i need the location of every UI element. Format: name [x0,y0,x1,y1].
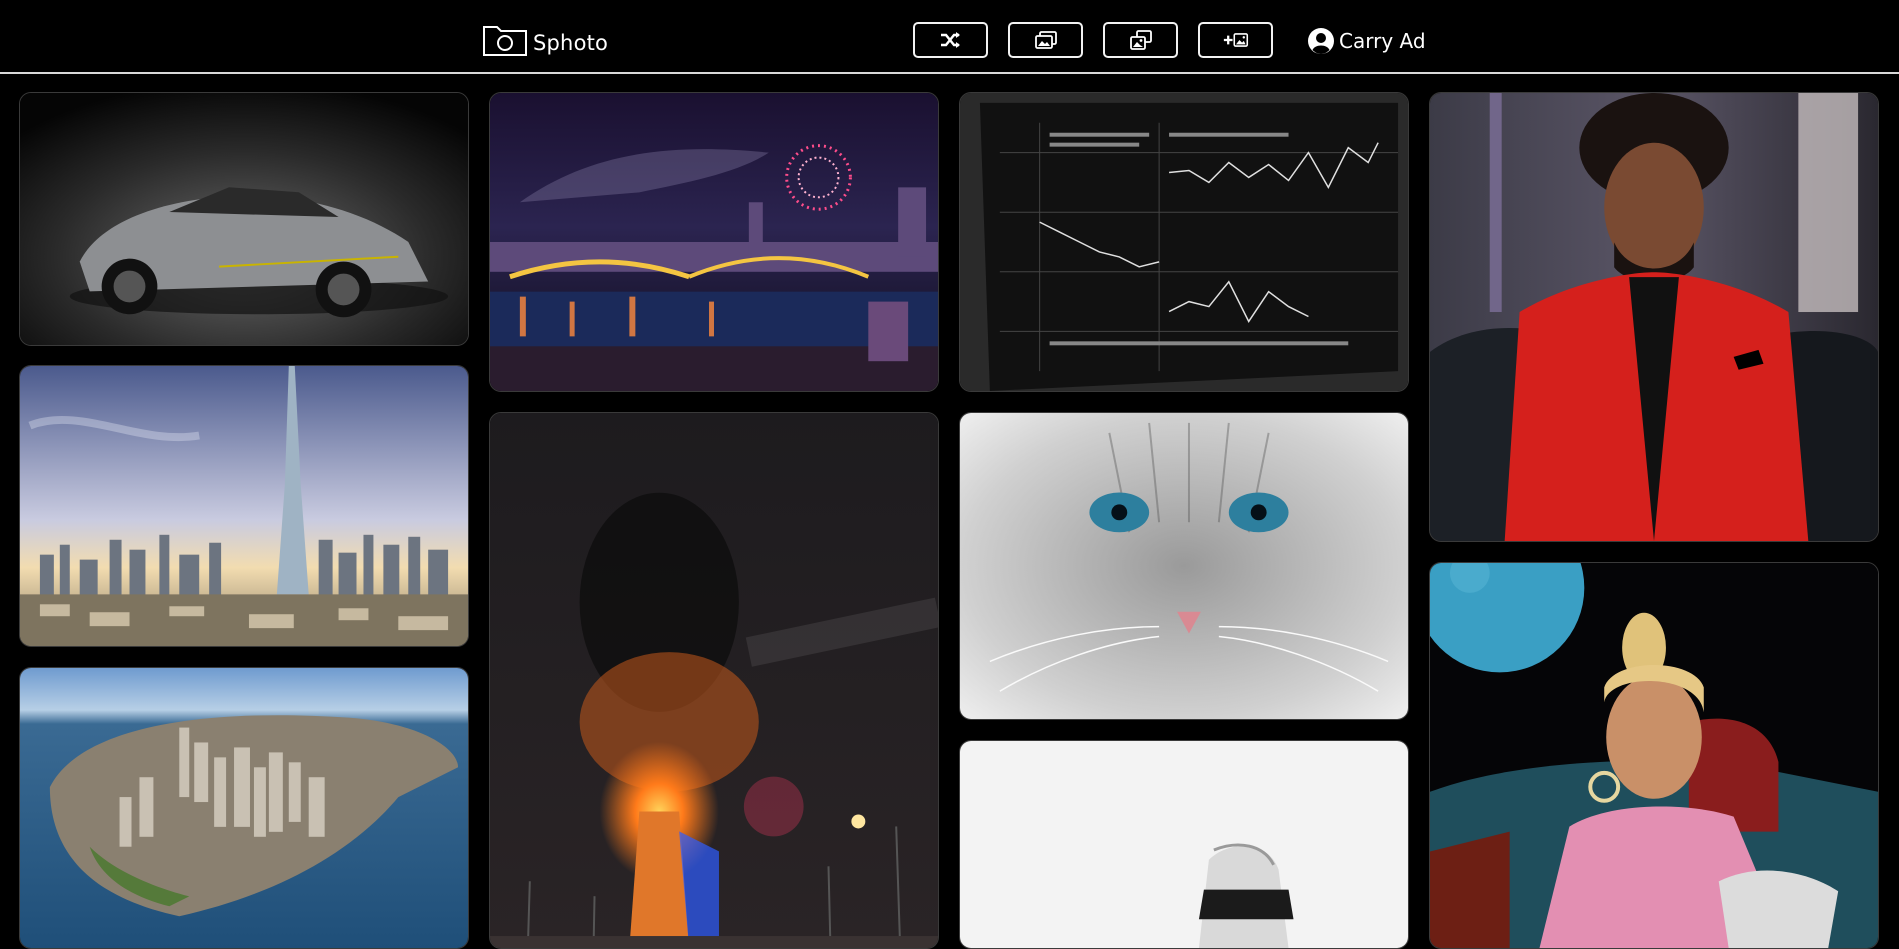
shuffle-icon [940,32,960,48]
user-menu[interactable]: Carry Ad [1307,25,1426,57]
top-navbar: Sphoto Carry Ad [0,0,1899,74]
city-aerial-image [20,668,468,948]
camera-folder-icon [483,26,527,56]
sneaker-image [960,741,1408,948]
photo-card-man-in-red-suit[interactable] [1429,92,1879,542]
man-red-suit-image [1430,93,1878,541]
photo-card-white-sneaker[interactable] [959,740,1409,949]
stock-screen-image [960,93,1408,391]
photo-card-woman-pink-jacket-blue-moon[interactable] [1429,562,1879,949]
photo-card-city-fireworks-night[interactable] [489,92,939,392]
photo-card-city-aerial-waterfront[interactable] [19,667,469,949]
photo-card-blue-eyed-cat[interactable] [959,412,1409,720]
user-name: Carry Ad [1339,29,1426,53]
add-image-button[interactable] [1198,22,1273,58]
brand-logo[interactable]: Sphoto [481,20,608,60]
photo-card-skyscraper-city[interactable] [19,365,469,647]
woman-blue-moon-image [1430,563,1878,948]
shuffle-button[interactable] [913,22,988,58]
photo-card-sports-car[interactable] [19,92,469,346]
collections-button[interactable] [1103,22,1178,58]
collections-icon [1129,30,1152,50]
photo-card-fire-dragon-bridge-night[interactable] [489,412,939,949]
photo-card-stock-trading-screen[interactable] [959,92,1409,392]
sports-car-image [20,93,468,345]
add-image-icon [1223,33,1248,47]
gallery-icon [1034,31,1057,49]
fire-dragon-image [490,413,938,948]
cat-image [960,413,1408,719]
skyscraper-city-image [20,366,468,646]
user-circle-icon [1308,28,1334,54]
gallery-button[interactable] [1008,22,1083,58]
app-name: Sphoto [533,31,609,55]
city-fireworks-image [490,93,938,391]
